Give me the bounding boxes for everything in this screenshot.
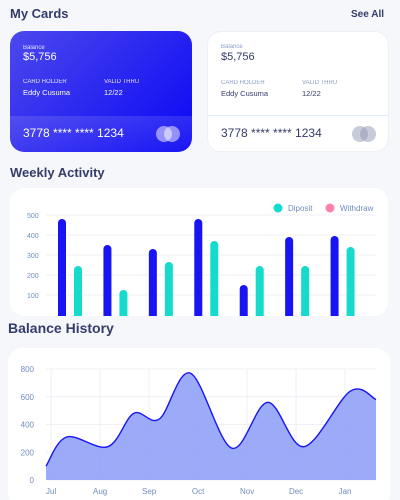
bar-withdraw: [255, 266, 264, 316]
credit-card-secondary[interactable]: Balance $5,756 CARD HOLDER Eddy Cusuma V…: [207, 31, 389, 152]
bar-withdraw: [119, 290, 128, 316]
card-number: 3778 **** **** 1234: [221, 126, 322, 140]
card-network-logo-icon: [156, 126, 180, 142]
balance-history-title: Balance History: [8, 320, 114, 336]
y-tick-label: 0: [30, 476, 35, 485]
balance-history-panel: 0 200 400 600 800 Jul Aug Sep Oct Nov Dec Jan: [8, 348, 390, 500]
bar-withdraw: [210, 241, 219, 316]
card-balance-value: $5,756: [23, 51, 57, 63]
card-holder-label: CARD HOLDER: [23, 79, 67, 85]
y-tick-label: 500: [27, 213, 39, 220]
x-tick-label: Jul: [46, 487, 56, 496]
card-footer: 3778 **** **** 1234: [208, 115, 388, 151]
card-valid-label: VALID THRU: [104, 79, 140, 85]
card-valid-label: VALID THRU: [302, 80, 338, 86]
bar-withdraw: [301, 266, 310, 316]
card-holder-name: Eddy Cusuma: [221, 89, 269, 98]
y-tick-label: 200: [27, 273, 39, 280]
y-tick-label: 100: [27, 293, 39, 300]
bar-diposit: [148, 249, 157, 316]
x-tick-label: Dec: [289, 487, 303, 496]
bar-diposit: [330, 236, 339, 316]
y-tick-label: 800: [21, 365, 35, 374]
my-cards-title: My Cards: [10, 6, 69, 21]
card-network-logo-icon: [352, 126, 376, 142]
bar-withdraw: [346, 247, 355, 316]
legend-dot: [325, 203, 335, 213]
bar-withdraw: [164, 262, 173, 316]
y-tick-label: 400: [21, 421, 35, 430]
weekly-activity-chart: 100 200 300 400 500 Diposit Withdraw: [27, 203, 376, 316]
card-footer: 3778 **** **** 1234: [10, 116, 192, 152]
card-balance-label: Balance: [221, 44, 243, 50]
card-number: 3778 **** **** 1234: [23, 126, 124, 140]
x-tick-label: Oct: [192, 487, 205, 496]
see-all-link[interactable]: See All: [351, 9, 384, 20]
bar-diposit: [194, 219, 203, 316]
legend-label: Diposit: [288, 204, 313, 213]
credit-card-primary[interactable]: Balance $5,756 CARD HOLDER Eddy Cusuma V…: [10, 31, 192, 152]
x-tick-label: Aug: [93, 487, 107, 496]
legend-dot: [273, 203, 283, 213]
weekly-activity-panel: 100 200 300 400 500 Diposit Withdraw: [10, 188, 388, 316]
legend-label: Withdraw: [340, 204, 374, 213]
y-tick-label: 400: [27, 233, 39, 240]
card-holder-label: CARD HOLDER: [221, 80, 265, 86]
x-tick-label: Sep: [142, 487, 157, 496]
card-holder-name: Eddy Cusuma: [23, 88, 71, 97]
balance-area-fill: [46, 372, 376, 480]
card-valid-value: 12/22: [302, 89, 321, 98]
x-tick-label: Nov: [240, 487, 254, 496]
card-valid-value: 12/22: [104, 88, 123, 97]
balance-history-chart: 0 200 400 600 800 Jul Aug Sep Oct Nov Dec Jan: [21, 365, 377, 496]
bar-withdraw: [74, 266, 82, 316]
weekly-activity-title: Weekly Activity: [10, 165, 105, 180]
card-balance-value: $5,756: [221, 51, 255, 63]
bar-diposit: [103, 245, 112, 316]
y-tick-label: 600: [21, 393, 35, 402]
y-tick-label: 200: [21, 448, 35, 457]
bar-diposit: [239, 285, 248, 316]
bar-diposit: [285, 237, 294, 316]
bar-diposit: [58, 219, 66, 316]
y-tick-label: 300: [27, 253, 39, 260]
x-tick-label: Jan: [339, 487, 352, 496]
